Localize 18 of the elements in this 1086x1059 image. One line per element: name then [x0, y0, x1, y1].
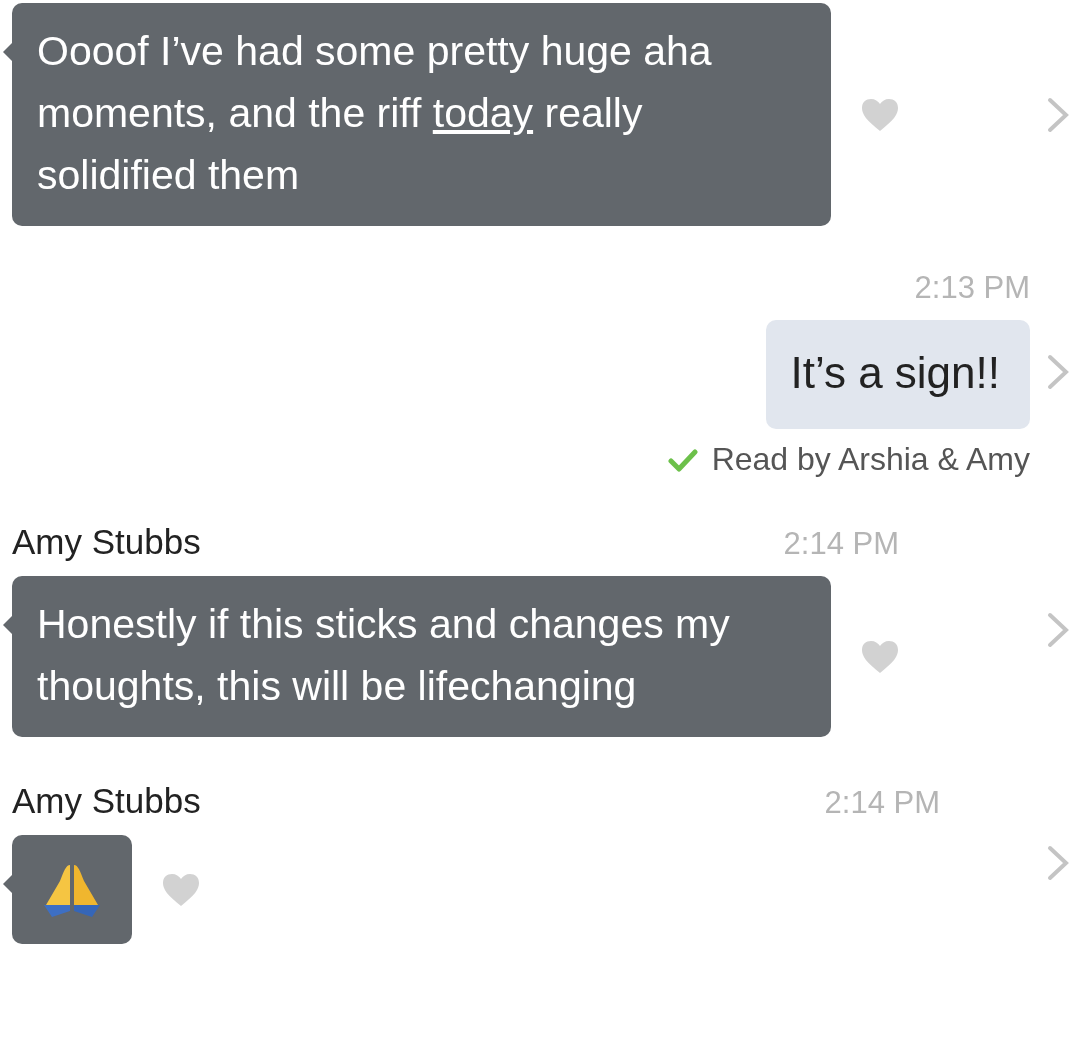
heart-icon[interactable] — [162, 872, 200, 907]
message-time: 2:14 PM — [824, 785, 940, 821]
message-time: 2:14 PM — [783, 526, 899, 562]
message-time: 2:13 PM — [914, 270, 1030, 306]
sender-name: Amy Stubbs — [12, 781, 201, 821]
heart-icon[interactable] — [861, 639, 899, 674]
read-receipt: Read by Arshia & Amy — [711, 441, 1030, 478]
message-text: Oooof I’ve had some pretty huge aha moments, and the riff today really solidified them — [37, 27, 713, 200]
message-bubble: It’s a sign!! — [766, 320, 1030, 429]
chevron-icon[interactable] — [1046, 353, 1070, 391]
check-icon — [667, 447, 698, 472]
chevron-icon[interactable] — [1046, 843, 1070, 882]
message-text: Honestly if this sticks and changes my thoughts, this will be lifechanging — [37, 600, 731, 711]
chevron-icon[interactable] — [1046, 610, 1070, 649]
heart-icon[interactable] — [861, 97, 899, 132]
sender-name: Amy Stubbs — [12, 522, 201, 562]
message-link[interactable]: today — [432, 90, 534, 136]
chevron-icon[interactable] — [1046, 95, 1070, 134]
